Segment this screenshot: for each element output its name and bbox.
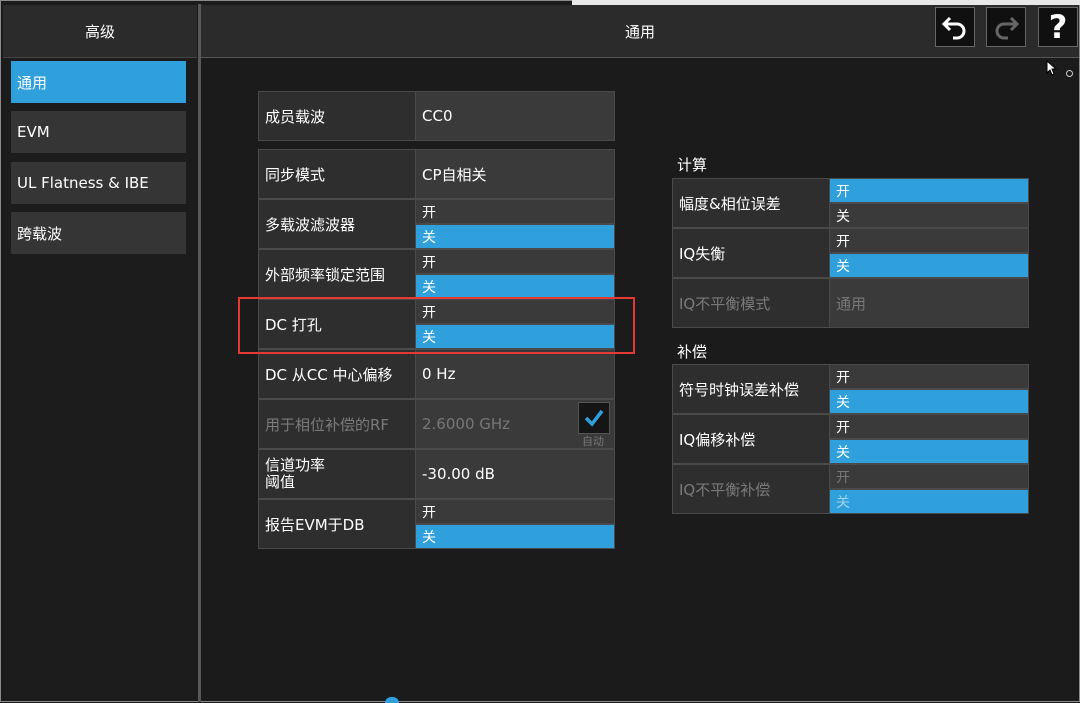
iq-imbalance-comp-on[interactable]: 开 [829,464,1029,489]
multi-carrier-filter-on[interactable]: 开 [415,199,615,224]
mag-phase-error-label: 幅度&相位误差 [672,178,830,228]
channel-power-threshold-field[interactable]: -30.00 dB [415,449,615,499]
sync-mode-dropdown[interactable]: CP自相关 [415,149,615,199]
sidebar-item-label: 通用 [17,73,48,92]
sidebar-item-evm[interactable]: EVM [11,111,186,153]
sidebar-item-cross-carrier[interactable]: 跨载波 [11,212,186,254]
iq-imbalance-mode-dropdown[interactable]: 通用 [829,278,1029,328]
multi-carrier-filter-label: 多载波滤波器 [258,199,416,249]
mag-phase-error-off[interactable]: 关 [829,203,1029,228]
mouse-cursor-icon [1046,60,1058,76]
iq-offset-off[interactable]: 关 [829,439,1029,464]
scroll-indicator [385,697,399,703]
comp-section-title: 补偿 [677,343,708,361]
channel-power-threshold-label: 信道功率 阈值 [258,449,416,499]
iq-imbalance-comp-label: IQ不平衡补偿 [672,464,830,514]
report-evm-db-label: 报告EVM于DB [258,499,416,549]
channel-power-threshold-label-line2: 阈值 [265,473,296,491]
status-dot [1066,70,1073,77]
sidebar-item-ul-flatness[interactable]: UL Flatness & IBE [11,162,186,204]
help-icon: ? [1048,8,1068,46]
sync-mode-label: 同步模式 [258,149,416,199]
sidebar-item-label: UL Flatness & IBE [17,174,149,192]
redo-icon [995,16,1020,40]
auto-label: 自动 [582,435,604,448]
iq-imbalance-mode-label: IQ不平衡模式 [672,278,830,328]
iq-offset-on[interactable]: 开 [829,414,1029,439]
symbol-clock-error-on[interactable]: 开 [829,364,1029,389]
calc-section-title: 计算 [677,156,708,174]
ext-freq-lock-label: 外部频率锁定范围 [258,249,416,299]
sidebar-item-label: 跨载波 [17,224,63,243]
iq-imbalance-label: IQ失衡 [672,228,830,278]
ext-freq-lock-on[interactable]: 开 [415,249,615,274]
symbol-clock-error-off[interactable]: 关 [829,389,1029,414]
iq-imbalance-comp-off[interactable]: 关 [829,489,1029,514]
redo-button[interactable] [986,7,1026,47]
iq-imbalance-off[interactable]: 关 [829,253,1029,278]
auto-checkbox[interactable] [578,402,610,434]
ext-freq-lock-off[interactable]: 关 [415,274,615,299]
checkmark-icon [584,409,604,427]
panel-divider [198,4,201,702]
report-evm-db-off[interactable]: 关 [415,524,615,549]
channel-power-threshold-label-line1: 信道功率 [265,456,326,474]
iq-imbalance-on[interactable]: 开 [829,228,1029,253]
left-panel-header: 高级 [3,5,197,58]
dc-offset-label: DC 从CC 中心偏移 [258,349,416,399]
undo-button[interactable] [935,7,975,47]
symbol-clock-error-label: 符号时钟误差补偿 [672,364,830,414]
phase-comp-rf-label: 用于相位补偿的RF [258,399,416,449]
help-button[interactable]: ? [1038,7,1078,47]
undo-icon [941,16,966,40]
dc-offset-field[interactable]: 0 Hz [415,349,615,399]
component-carrier-field[interactable]: CC0 [415,91,615,141]
report-evm-db-on[interactable]: 开 [415,499,615,524]
iq-offset-label: IQ偏移补偿 [672,414,830,464]
mag-phase-error-on[interactable]: 开 [829,178,1029,203]
component-carrier-label: 成员载波 [258,91,416,141]
sidebar-item-general[interactable]: 通用 [11,61,186,103]
sidebar-item-label: EVM [17,123,50,141]
multi-carrier-filter-off[interactable]: 关 [415,224,615,249]
highlight-box [238,297,635,354]
sidebar [3,58,198,698]
left-panel-title: 高级 [84,22,115,41]
